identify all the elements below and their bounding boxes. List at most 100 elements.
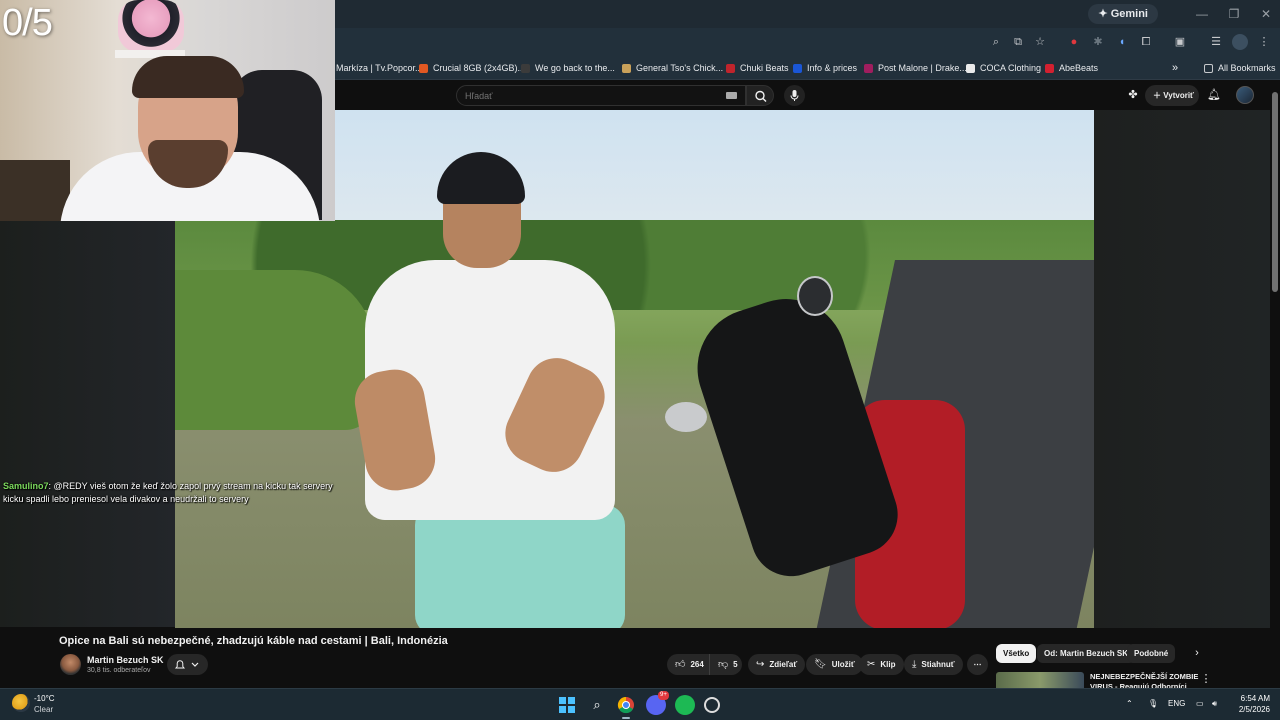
folder-icon xyxy=(1204,63,1213,73)
account-avatar[interactable] xyxy=(1236,86,1254,104)
extension-gray-icon[interactable]: ✱ xyxy=(1090,34,1106,50)
beatstars-favicon xyxy=(793,63,802,73)
minimize-icon[interactable]: — xyxy=(1194,6,1210,22)
browser-menu-icon[interactable]: ⋮ xyxy=(1256,34,1272,50)
webcam-desk xyxy=(0,160,70,221)
system-clock[interactable]: 6:54 AM 2/5/2026 xyxy=(1226,693,1270,715)
extension-red-icon[interactable]: ● xyxy=(1066,34,1082,50)
maximize-icon[interactable]: ❐ xyxy=(1226,6,1242,22)
bookmark-item[interactable]: Info & prices xyxy=(793,60,857,76)
spotify-icon[interactable] xyxy=(675,695,695,715)
channel-name[interactable]: Martin Bezuch SK xyxy=(87,655,164,665)
app-icon[interactable] xyxy=(704,697,720,713)
dislike-button[interactable]: 👎︎ 5 xyxy=(709,654,742,675)
chevron-right-icon[interactable]: › xyxy=(1190,646,1204,660)
gemini-button[interactable]: ✦ Gemini xyxy=(1088,4,1158,24)
video-scooter-mirror xyxy=(665,402,707,432)
chat-username: Samulino7 xyxy=(3,481,49,491)
recommendation-title[interactable]: NEJNEBEZPEČNĚJŠÍ ZOMBIE VIRUS - Reagujú … xyxy=(1090,672,1200,688)
network-icon[interactable]: ▭ xyxy=(1196,699,1204,708)
abebeats-favicon xyxy=(1045,63,1054,73)
bookmark-item[interactable]: AbeBeats xyxy=(1045,60,1098,76)
language-indicator[interactable]: ENG xyxy=(1168,699,1185,708)
microphone-icon xyxy=(790,90,799,101)
clock-date: 2/5/2026 xyxy=(1238,705,1270,714)
microphone-tray-icon[interactable]: 🎙︎ xyxy=(1148,699,1158,708)
save-icon: 🔖︎ xyxy=(814,659,827,670)
bookmark-item[interactable]: General Tso's Chick... xyxy=(622,60,723,76)
chat-text: : @REDY vieš otom že keď žolo zapol prvý… xyxy=(3,481,333,504)
subscriber-count: 30,8 tis. odberateľov xyxy=(87,667,151,674)
bell-chevron-icon xyxy=(174,660,199,669)
video-scooter-mirror xyxy=(797,276,833,316)
chromecast-icon[interactable]: ✤ xyxy=(1126,88,1140,102)
bookmark-item[interactable]: Post Malone | Drake... xyxy=(864,60,967,76)
video-metadata: Opice na Bali sú nebezpečné, zhadzujú ká… xyxy=(0,628,1270,688)
windows-taskbar: -10°C Clear ⌕ 9+ ⌃ 🎙︎ ENG ▭ 🔊︎ 6:54 AM 2/… xyxy=(0,688,1280,720)
bookmark-item[interactable]: Chuki Beats xyxy=(726,60,789,76)
coca-favicon xyxy=(966,63,975,73)
goal-counter: 0/5 xyxy=(2,2,53,44)
notifications-bell-icon[interactable]: 🔔︎ xyxy=(1207,88,1221,102)
webcam-plush-toy xyxy=(118,0,184,52)
create-label: Vytvoriť xyxy=(1163,91,1194,100)
search-box xyxy=(456,85,746,106)
all-bookmarks-button[interactable]: All Bookmarks xyxy=(1204,60,1276,76)
reading-list-icon[interactable]: ☰ xyxy=(1208,34,1224,50)
clock-time: 6:54 AM xyxy=(1240,694,1270,703)
channel-avatar[interactable] xyxy=(60,654,81,675)
profile-avatar[interactable] xyxy=(1232,34,1248,50)
streamer-webcam: 0/5 xyxy=(0,0,335,221)
scrollbar-thumb[interactable] xyxy=(1272,92,1278,292)
sparkle-icon: ✦ xyxy=(1098,8,1111,20)
chip-related[interactable]: Podobné xyxy=(1127,644,1176,663)
extensions-puzzle-icon[interactable]: ⧠ xyxy=(1138,34,1154,50)
download-icon: ⤓ xyxy=(912,659,917,670)
volume-icon[interactable]: 🔊︎ xyxy=(1212,699,1217,709)
crucial-favicon xyxy=(419,63,428,73)
close-icon[interactable]: ✕ xyxy=(1258,6,1274,22)
thumbs-down-icon: 👎︎ xyxy=(718,659,729,670)
search-icon xyxy=(755,90,767,102)
subscribed-bell-button[interactable] xyxy=(167,654,208,675)
page-scrollbar[interactable] xyxy=(1270,80,1280,688)
bookmark-item[interactable]: Crucial 8GB (2x4GB)... xyxy=(419,60,525,76)
keyboard-icon[interactable] xyxy=(726,92,737,99)
search-input[interactable] xyxy=(465,88,715,103)
chrome-icon[interactable] xyxy=(616,695,636,719)
video-person-shorts xyxy=(415,505,625,628)
tray-overflow-icon[interactable]: ⌃ xyxy=(1126,699,1133,708)
chip-all[interactable]: Všetko xyxy=(996,644,1037,663)
install-app-icon[interactable]: ⧉ xyxy=(1010,34,1026,50)
recommendation-thumbnail[interactable] xyxy=(996,672,1084,688)
search-taskbar-icon[interactable]: ⌕ xyxy=(587,695,607,715)
clip-button[interactable]: ✂ Klip xyxy=(859,654,904,675)
bookmark-item[interactable]: We go back to the... xyxy=(521,60,615,76)
webcam-person-hair xyxy=(132,56,244,98)
bookmark-item[interactable]: COCA Clothing xyxy=(966,60,1041,76)
recommendation-menu-icon[interactable]: ⋮ xyxy=(1199,672,1213,686)
create-button[interactable]: ＋ Vytvoriť xyxy=(1145,85,1199,106)
extension-audio-icon[interactable]: ◖ xyxy=(1114,34,1130,50)
zoom-icon[interactable]: ⌕ xyxy=(988,34,1004,50)
more-actions-button[interactable]: ⋯ xyxy=(967,654,988,675)
side-panel-icon[interactable]: ▣ xyxy=(1172,34,1188,50)
scissors-icon: ✂ xyxy=(867,659,876,670)
chrome-logo-icon xyxy=(617,696,634,714)
voice-search-button[interactable] xyxy=(784,85,805,106)
screen: ✦ Gemini — ❐ ✕ ⌕ ⧉ ☆ ● ✱ ◖ ⧠ ▣ ☰ ⋮ Markí… xyxy=(0,0,1280,720)
weather-moon-icon[interactable] xyxy=(12,694,30,712)
download-button[interactable]: ⤓ Stiahnuť xyxy=(904,654,963,675)
more-bookmarks-icon[interactable]: » xyxy=(1172,60,1178,76)
chip-from-channel[interactable]: Od: Martin Bezuch SK xyxy=(1037,644,1136,663)
like-button[interactable]: 👍︎ 264 xyxy=(667,654,709,675)
save-button[interactable]: 🔖︎ Uložiť xyxy=(806,654,863,675)
discord-icon[interactable]: 9+ xyxy=(646,691,669,715)
bookmark-star-icon[interactable]: ☆ xyxy=(1032,34,1048,50)
start-windows-icon[interactable] xyxy=(557,695,577,715)
bookmark-item[interactable]: Markíza | Tv.Popcor... xyxy=(336,60,423,76)
thumbs-up-icon: 👍︎ xyxy=(675,659,686,670)
windows-logo-icon xyxy=(559,697,575,713)
search-button[interactable] xyxy=(746,85,774,106)
share-button[interactable]: ↪ Zdieľať xyxy=(748,654,806,675)
